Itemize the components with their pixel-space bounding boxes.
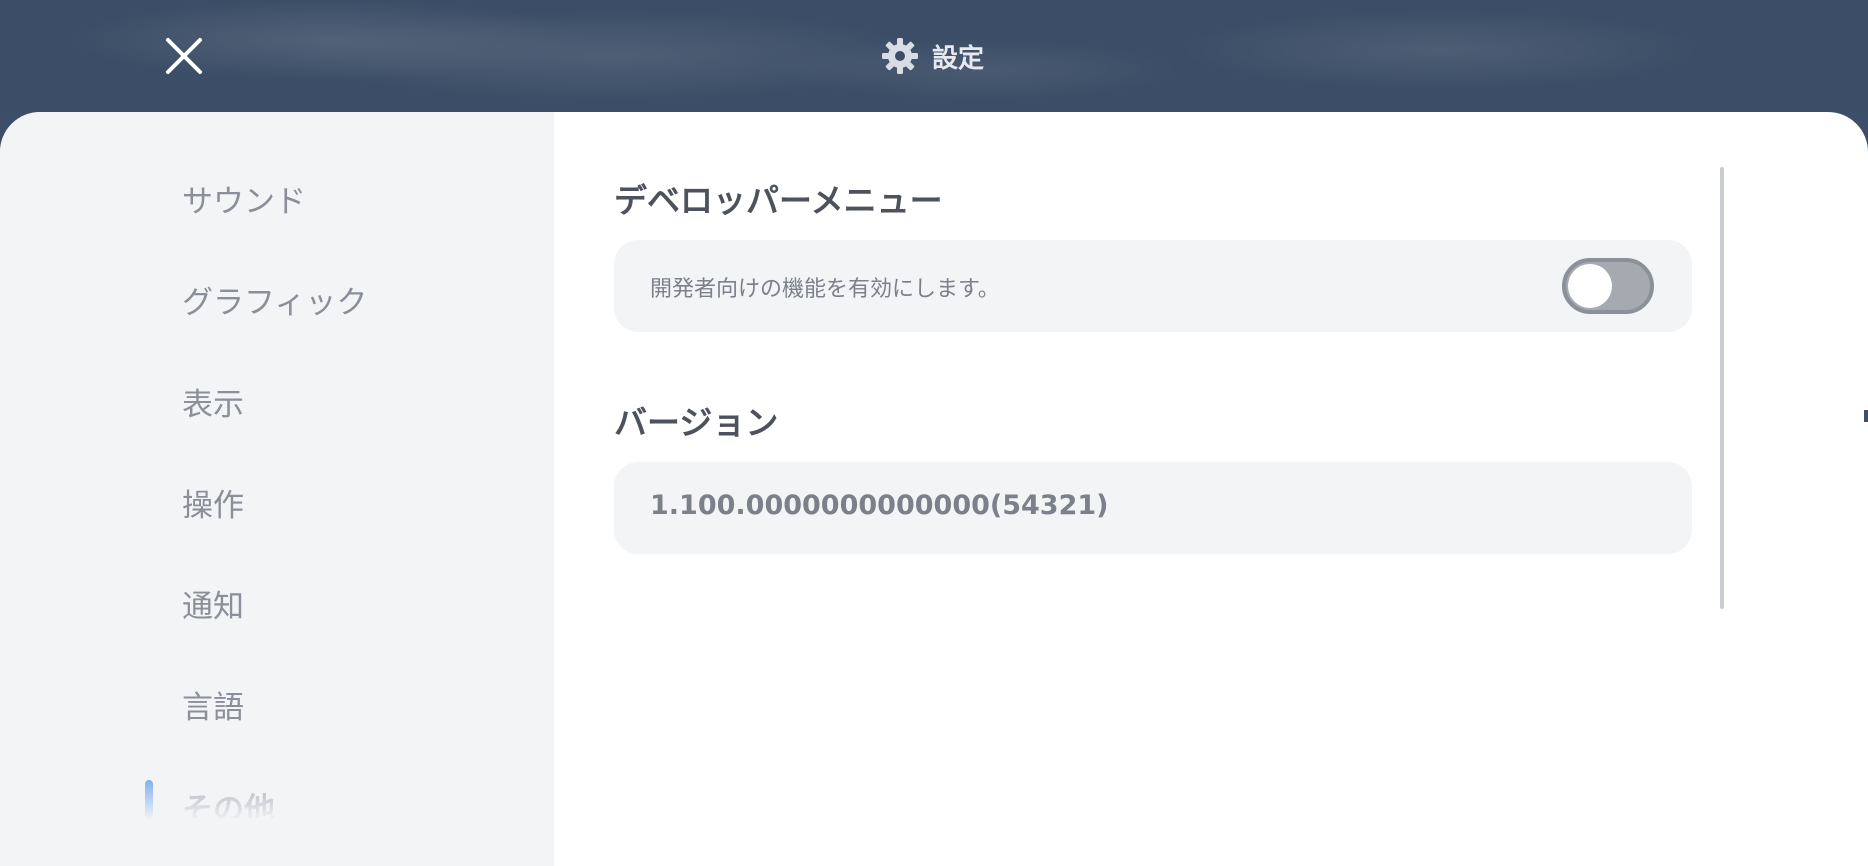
version-value: 1.100.0000000000000(54321)	[650, 490, 1109, 521]
version-card: 1.100.0000000000000(54321)	[614, 462, 1692, 554]
developer-menu-description: 開発者向けの機能を有効にします。	[650, 277, 1000, 302]
gear-icon	[882, 38, 918, 74]
sidebar-item-display[interactable]: 表示	[182, 379, 244, 424]
version-title: バージョン	[614, 403, 779, 442]
content-scrollbar[interactable]	[1720, 167, 1724, 609]
edge-marker	[1864, 410, 1868, 422]
active-item-indicator	[145, 780, 153, 820]
sidebar-item-graphics[interactable]: グラフィック	[182, 277, 367, 322]
developer-menu-toggle[interactable]	[1562, 258, 1654, 314]
developer-menu-title: デベロッパーメニュー	[614, 181, 943, 220]
header-title-group: 設定	[880, 34, 984, 78]
close-button[interactable]	[160, 32, 208, 80]
sidebar-item-sound[interactable]: サウンド	[182, 176, 306, 221]
sidebar: サウンド グラフィック 表示 操作 通知 言語 その他	[0, 112, 554, 866]
sidebar-item-controls[interactable]: 操作	[182, 480, 244, 525]
page-title: 設定	[932, 43, 985, 74]
close-icon	[166, 38, 202, 74]
settings-panel: サウンド グラフィック 表示 操作 通知 言語 その他 デベロッパーメニュー 開…	[0, 112, 1868, 866]
sidebar-item-language[interactable]: 言語	[182, 682, 244, 727]
sidebar-item-notifications[interactable]: 通知	[182, 581, 244, 626]
toggle-knob	[1568, 264, 1612, 308]
developer-menu-card: 開発者向けの機能を有効にします。	[614, 240, 1692, 332]
sidebar-item-other[interactable]: その他	[182, 784, 275, 818]
header-bar: 設定	[0, 0, 1868, 112]
